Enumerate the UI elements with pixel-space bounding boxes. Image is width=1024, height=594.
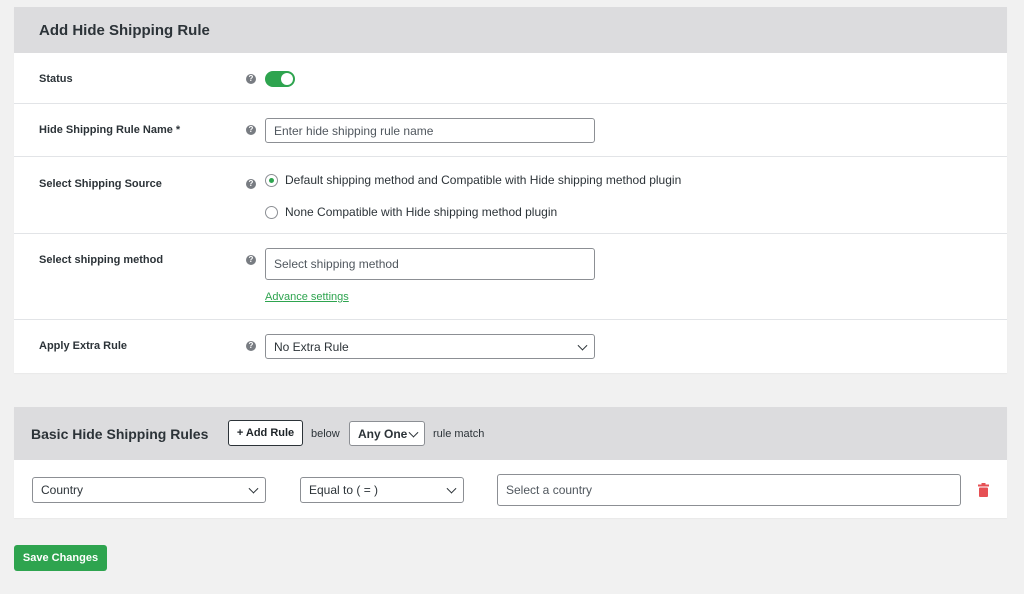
chevron-down-icon [408,427,419,438]
shipping-method-label: Select shipping method [39,254,164,266]
rule-name-input[interactable]: Enter hide shipping rule name [265,118,595,143]
chevron-down-icon [446,483,457,494]
condition-value-input[interactable]: Select a country [497,474,961,506]
rules-title: Basic Hide Shipping Rules [31,426,209,442]
condition-field-select[interactable]: Country [32,477,266,503]
extra-rule-row: Apply Extra Rule ? No Extra Rule [14,320,1007,373]
rules-panel: Basic Hide Shipping Rules + Add Rule bel… [14,407,1007,518]
match-select-value: Any One [358,426,408,441]
help-icon[interactable]: ? [246,255,256,265]
below-text: below [311,428,340,440]
shipping-source-label: Select Shipping Source [39,178,162,190]
chevron-down-icon [248,483,259,494]
status-row: Status ? [14,53,1007,104]
extra-rule-value: No Extra Rule [274,339,349,354]
help-icon[interactable]: ? [246,125,256,135]
panel-title: Add Hide Shipping Rule [14,7,1007,53]
rule-name-row: Hide Shipping Rule Name * ? Enter hide s… [14,104,1007,157]
status-label: Status [39,73,73,85]
help-icon[interactable]: ? [246,74,256,84]
rule-match-text: rule match [433,428,485,440]
radio-icon[interactable] [265,205,278,219]
status-toggle[interactable] [265,71,295,87]
extra-rule-select[interactable]: No Extra Rule [265,334,595,359]
radio-checked-icon[interactable] [265,173,278,187]
add-rule-button[interactable]: + Add Rule [228,420,303,446]
shipping-method-row: Select shipping method ? Select shipping… [14,234,1007,320]
source-option-none[interactable]: None Compatible with Hide shipping metho… [265,205,557,219]
help-icon[interactable]: ? [246,179,256,189]
add-rule-panel: Add Hide Shipping Rule Status ? Hide Shi… [14,7,1007,373]
shipping-method-select[interactable]: Select shipping method [265,248,595,280]
rule-name-label: Hide Shipping Rule Name * [39,124,181,136]
source-option-label: None Compatible with Hide shipping metho… [285,205,558,219]
match-select[interactable]: Any One [349,421,425,446]
save-changes-button[interactable]: Save Changes [14,545,107,571]
condition-operator-value: Equal to ( = ) [309,483,379,497]
rules-header: Basic Hide Shipping Rules + Add Rule bel… [14,407,1007,460]
condition-operator-select[interactable]: Equal to ( = ) [300,477,464,503]
source-option-default[interactable]: Default shipping method and Compatible w… [265,173,681,187]
advance-settings-link[interactable]: Advance settings [265,291,349,303]
trash-icon[interactable] [978,483,989,497]
toggle-knob [281,73,293,85]
help-icon[interactable]: ? [246,341,256,351]
chevron-down-icon [577,340,588,351]
source-option-label: Default shipping method and Compatible w… [285,173,682,187]
shipping-source-row: Select Shipping Source ? Default shippin… [14,157,1007,234]
condition-field-value: Country [41,483,84,497]
extra-rule-label: Apply Extra Rule [39,340,128,352]
